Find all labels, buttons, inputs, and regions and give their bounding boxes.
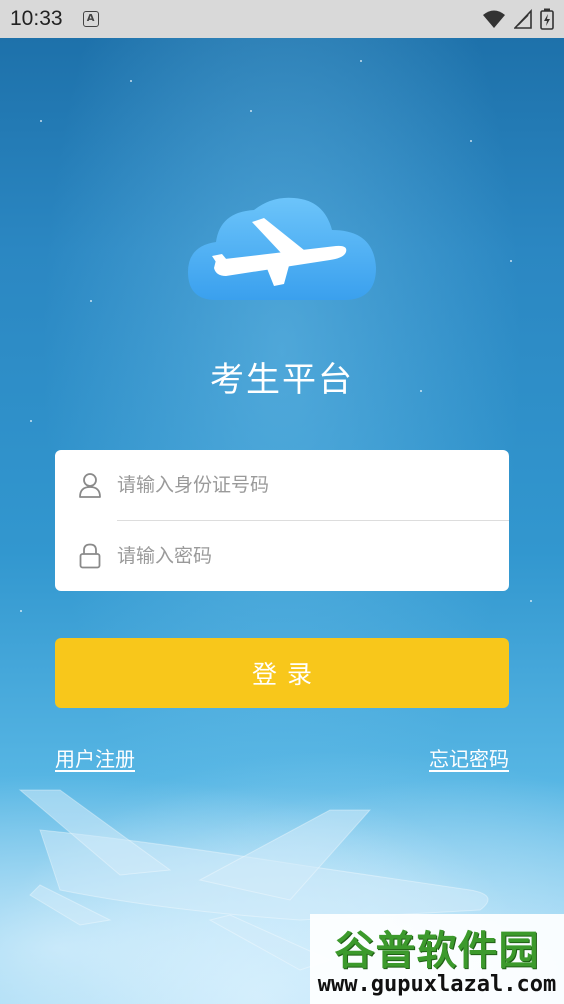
login-button[interactable]: 登录: [55, 638, 509, 708]
watermark-logo: 谷普软件园: [334, 928, 540, 974]
register-link[interactable]: 用户注册: [55, 743, 135, 772]
star: [360, 60, 362, 62]
id-number-field: [55, 450, 509, 520]
star: [20, 610, 22, 612]
star: [40, 120, 42, 122]
star: [130, 80, 132, 82]
password-input[interactable]: [117, 536, 509, 576]
status-icons: [482, 8, 554, 30]
star: [470, 140, 472, 142]
watermark: 谷普软件园 www.gupuxlazal.com: [310, 914, 564, 1004]
forgot-password-link[interactable]: 忘记密码: [429, 743, 509, 772]
app-title: 考生平台: [210, 360, 354, 400]
star: [530, 600, 532, 602]
status-bar: 10:33 A: [0, 0, 564, 38]
battery-icon: [540, 8, 554, 30]
password-field: [55, 521, 509, 591]
a-notification-icon: A: [82, 11, 99, 27]
watermark-url: www.gupuxlazal.com: [317, 972, 557, 997]
star: [30, 420, 32, 422]
lock-icon: [77, 543, 103, 569]
user-icon: [77, 472, 103, 498]
wifi-icon: [483, 10, 505, 28]
status-time: 10:33: [10, 7, 63, 30]
star: [510, 260, 512, 262]
login-form: [55, 450, 509, 591]
cloud-airplane-icon: [188, 197, 376, 300]
star: [90, 300, 92, 302]
id-number-input[interactable]: [117, 465, 509, 505]
signal-icon: [514, 9, 532, 29]
star: [250, 110, 252, 112]
